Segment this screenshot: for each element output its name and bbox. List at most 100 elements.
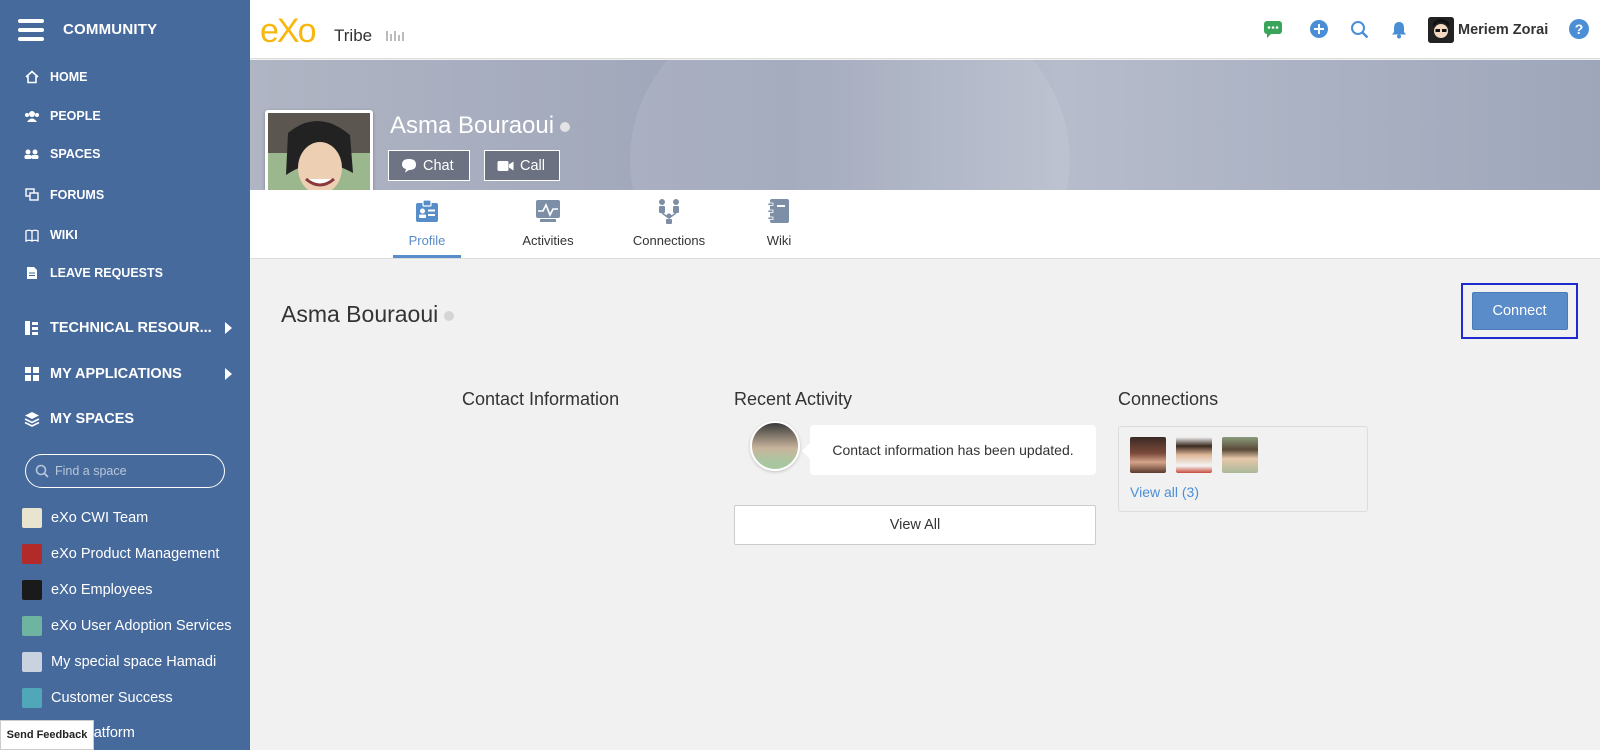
nav-item-leave-requests[interactable]: LEAVE REQUESTS	[0, 262, 250, 284]
page-title-text: Asma Bouraoui	[281, 301, 439, 327]
call-button[interactable]: Call	[484, 150, 560, 181]
space-avatar	[22, 580, 42, 600]
nav-label: MY SPACES	[50, 411, 135, 427]
profile-header-name: Asma Bouraoui	[390, 112, 571, 140]
profile-name-text: Asma Bouraoui	[390, 112, 555, 139]
sidebar-header: COMMUNITY	[0, 0, 250, 59]
space-search-input[interactable]	[55, 464, 215, 478]
space-avatar	[22, 688, 42, 708]
nav-label: LEAVE REQUESTS	[50, 266, 163, 280]
hamburger-menu-icon[interactable]	[18, 18, 44, 41]
space-label: eXo Product Management	[51, 546, 220, 562]
top-bar: eXo Tribe Meriem Zorai ?	[250, 0, 1600, 59]
space-item[interactable]: eXo User Adoption Services	[0, 613, 250, 639]
chat-bubble-icon	[401, 158, 417, 173]
nav-item-people[interactable]: PEOPLE	[0, 105, 250, 127]
chat-icon[interactable]	[1262, 18, 1284, 40]
recent-activity-title: Recent Activity	[734, 389, 853, 409]
search-icon[interactable]	[1348, 18, 1370, 40]
nav-item-home[interactable]: HOME	[0, 66, 250, 88]
chat-button[interactable]: Chat	[388, 150, 470, 181]
wiki-icon	[24, 227, 40, 243]
video-camera-icon	[497, 160, 514, 172]
nav-group-my-spaces[interactable]: MY SPACES	[0, 407, 250, 431]
home-icon	[24, 69, 40, 85]
space-avatar	[22, 508, 42, 528]
profile-card-icon	[414, 198, 440, 227]
page-title: Asma Bouraoui	[281, 301, 455, 328]
apps-grid-icon	[24, 366, 40, 382]
tab-wiki[interactable]: Wiki	[756, 190, 802, 258]
user-menu[interactable]: Meriem Zorai	[1428, 17, 1548, 43]
spaces-icon	[24, 146, 40, 162]
search-icon	[35, 464, 49, 478]
space-label: eXo CWI Team	[51, 510, 149, 526]
people-icon	[24, 108, 40, 124]
chevron-right-icon	[225, 368, 232, 380]
space-label: eXo Employees	[51, 582, 153, 598]
profile-tabs: Profile Activities Connections Wiki	[250, 190, 1600, 259]
space-item[interactable]: My special space Hamadi	[0, 649, 250, 675]
nav-label: PEOPLE	[50, 109, 101, 123]
nav-label: MY APPLICATIONS	[50, 366, 182, 382]
add-plus-icon[interactable]	[1308, 18, 1330, 40]
connect-button[interactable]: Connect	[1471, 292, 1568, 330]
activity-chart-icon	[534, 198, 562, 227]
space-item[interactable]: eXo CWI Team	[0, 505, 250, 531]
tab-label: Activities	[522, 233, 574, 248]
nav-group-my-applications[interactable]: MY APPLICATIONS	[0, 362, 250, 386]
notebook-icon	[767, 198, 791, 227]
tab-label: Wiki	[766, 233, 792, 248]
nav-label: FORUMS	[50, 188, 105, 202]
space-label: My special space Hamadi	[51, 654, 217, 670]
notifications-bell-icon[interactable]	[1388, 18, 1410, 40]
activity-text: Contact information has been updated.	[832, 442, 1074, 458]
activity-avatar[interactable]	[750, 421, 800, 471]
view-all-connections-link[interactable]: View all (3)	[1130, 484, 1199, 500]
nav-item-wiki[interactable]: WIKI	[0, 224, 250, 246]
sidebar-title: COMMUNITY	[63, 21, 158, 38]
tab-label: Connections	[632, 233, 706, 248]
brand-name[interactable]: Tribe	[334, 26, 372, 46]
connections-icon	[655, 198, 683, 227]
send-feedback-button[interactable]: Send Feedback	[0, 720, 94, 750]
user-name: Meriem Zorai	[1458, 22, 1549, 38]
space-label: Customer Success	[51, 690, 173, 706]
nav-item-spaces[interactable]: SPACES	[0, 143, 250, 165]
space-avatar	[22, 616, 42, 636]
space-item[interactable]: eXo Product Management	[0, 541, 250, 567]
stats-icon[interactable]	[386, 31, 404, 41]
call-label: Call	[520, 157, 545, 174]
layers-icon	[24, 411, 40, 427]
exo-logo[interactable]: eXo	[260, 14, 316, 48]
activity-item[interactable]: Contact information has been updated.	[802, 425, 1096, 475]
chevron-right-icon	[225, 322, 232, 334]
nav-item-forums[interactable]: FORUMS	[0, 184, 250, 206]
tab-label: Profile	[408, 233, 446, 248]
left-sidebar: COMMUNITY HOME PEOPLE SPACES FORUMS WIKI…	[0, 0, 250, 750]
space-label: eXo User Adoption Services	[51, 618, 232, 634]
forums-icon	[24, 187, 40, 203]
tab-connections[interactable]: Connections	[626, 190, 712, 258]
space-avatar	[22, 652, 42, 672]
connections-title: Connections	[1118, 389, 1219, 409]
tab-profile[interactable]: Profile	[393, 190, 461, 258]
nav-label: TECHNICAL RESOUR...	[50, 320, 212, 336]
nav-label: WIKI	[50, 228, 78, 242]
view-all-activity-button[interactable]: View All	[734, 505, 1096, 545]
help-icon[interactable]: ?	[1569, 19, 1589, 39]
connection-avatar[interactable]	[1130, 437, 1166, 473]
space-item[interactable]: eXo Employees	[0, 577, 250, 603]
connections-box: View all (3)	[1118, 426, 1368, 512]
nav-group-technical-resources[interactable]: TECHNICAL RESOUR...	[0, 316, 250, 340]
avatar	[1428, 17, 1454, 43]
tab-activities[interactable]: Activities	[506, 190, 590, 258]
connection-avatar[interactable]	[1176, 437, 1212, 473]
space-item[interactable]: Customer Success	[0, 685, 250, 711]
tree-icon	[24, 320, 40, 336]
connection-avatar[interactable]	[1222, 437, 1258, 473]
status-dot	[444, 310, 455, 321]
chat-label: Chat	[423, 157, 454, 174]
nav-label: SPACES	[50, 147, 101, 161]
space-search-box	[25, 454, 225, 488]
